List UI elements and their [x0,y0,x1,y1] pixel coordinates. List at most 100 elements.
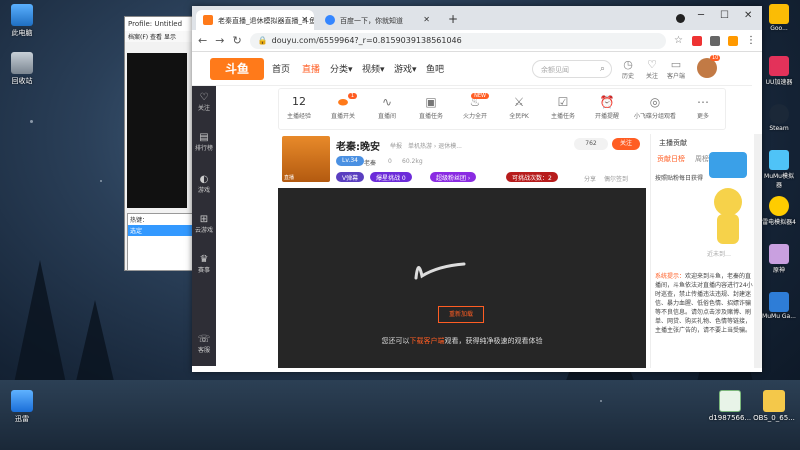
fan-club-pill[interactable]: 超级粉丝团 › [430,172,477,182]
left-sidebar: ♡ 关注 ▤ 排行榜 ◐ 游戏 ⊞ 云游戏 ♛ 赛事 ☏ 客服 [192,86,216,366]
tab-daily-rank[interactable]: 贡献日榜 [657,154,685,164]
search-icon[interactable]: ⌕ [600,64,605,74]
checkin-link[interactable]: 偶尔签到 [604,174,628,183]
tool-label: 主播经验 [286,113,311,120]
desktop-icon-computer[interactable]: 此电脑 [0,4,44,38]
url-input[interactable]: 🔒 douyu.com/6559964?_r=0.8159039138561046 [249,32,666,49]
menu-dots-icon[interactable]: ⋮ [746,35,756,46]
nav-live[interactable]: 直播 [302,62,320,75]
nav-video[interactable]: 视频▾ [362,62,385,75]
desktop-icon-google[interactable]: Goo... [762,4,796,32]
desktop-icon-xunlei[interactable]: 迅雷 [0,390,44,424]
tab-douyu[interactable]: 老秦直播_退休模拟器直播_斗鱼 ✕ [196,10,314,30]
anchor-name: 老秦 [364,160,377,167]
desktop-folder-obs[interactable]: OBS_0_65... [752,390,796,422]
tool-live-task[interactable]: ▣ 直播任务 [411,95,451,120]
lock-icon[interactable]: 🔒 [258,36,268,45]
follow-button[interactable]: ♡ 关注 [640,58,664,80]
close-button[interactable]: ✕ [744,10,752,21]
tool-fire[interactable]: ♨ NEW 火力全开 [455,93,495,120]
forward-button[interactable]: → [215,34,224,47]
history-button[interactable]: ◷ 历史 [616,58,640,80]
desktop-icon-ldplayer[interactable]: 雷电模拟器4 [762,196,796,226]
profile-icon[interactable] [676,14,685,23]
sidebar-item-game[interactable]: ◐ 游戏 [192,174,216,194]
notify-badge: 1 [347,93,357,99]
new-tab-button[interactable]: + [448,12,458,26]
back-button[interactable]: ← [198,34,207,47]
ldplayer-icon [769,196,789,216]
hotkey-list[interactable]: 热键： 选定 [127,213,197,271]
nav-fishbar[interactable]: 鱼吧 [426,62,444,75]
baidu-favicon-icon [325,15,335,25]
vip-danmu-pill[interactable]: V弹幕 [336,172,365,182]
header-icon-label: 历史 [621,73,634,80]
extension-icon[interactable] [692,35,702,46]
uu-icon [769,56,789,76]
tab-baidu[interactable]: 百度一下，你就知道 ✕ [318,10,436,30]
list-item[interactable]: 热键： [128,214,196,225]
desktop-icon-mumu[interactable]: MuMu模拟器 [762,150,796,189]
follow-anchor-button[interactable]: 关注 [612,138,640,150]
tool-more[interactable]: ⋯ 更多 [683,95,723,120]
window-title: Profile: Untitled [125,17,198,31]
sidebar-item-follow[interactable]: ♡ 关注 [192,92,216,112]
search-input[interactable]: 余额见闻 ⌕ [532,60,612,78]
maximize-button[interactable]: ☐ [720,10,729,21]
puzzle-icon[interactable] [710,35,720,46]
desktop-icon-steam[interactable]: Steam [762,104,796,132]
stream-thumbnail[interactable]: 直播 [282,136,330,182]
tool-anchor-task[interactable]: ☑ 主播任务 [543,95,583,120]
cloud-game-icon: ⊞ [199,214,209,225]
report-link[interactable]: 举报 [390,141,402,150]
download-client-link[interactable]: 下载客户端 [410,337,445,345]
video-player[interactable]: 重新加载 您还可以下载客户端观看，获得纯净极速的观看体验 [278,188,646,368]
mumu-icon [769,150,789,170]
desktop-icon-recycle-bin[interactable]: 回收站 [0,52,44,86]
sidebar-item-match[interactable]: ♛ 赛事 [192,254,216,274]
sidebar-item-service[interactable]: ☏ 客服 [192,334,216,354]
trophy-icon: ♛ [199,254,209,265]
desktop-file-image[interactable]: d1987566... [708,390,752,422]
task-icon: ☑ [557,95,569,109]
desktop-icon-label: UU加速器 [765,79,793,86]
minimize-button[interactable]: ─ [698,10,704,21]
star-icon[interactable]: ☆ [674,35,684,46]
douyu-logo[interactable]: 斗鱼 [210,58,264,80]
mission-pill[interactable]: 爆星挑战 0 [370,172,412,182]
reload-button[interactable]: ↻ [232,34,241,47]
nav-category[interactable]: 分类▾ [330,62,353,75]
scrollbar[interactable] [754,134,762,368]
nav-home[interactable]: 首页 [272,62,290,75]
background-window[interactable]: Profile: Untitled 档案(F) 查看 显示 热键： 选定 [124,16,199,271]
heart-icon: ♡ [199,92,209,103]
desktop-icon-mumu-game[interactable]: MuMu Ga... [762,292,796,320]
share-link[interactable]: 分享 [584,174,596,183]
category-link[interactable]: 单机热游 › 退休模... [408,141,462,150]
right-panel: 主播贡献 贡献日榜 周榜 按照贴粉每日获得 近未到… 系统提示：欢迎来到斗鱼，老… [650,134,756,368]
preview-area [127,53,187,208]
nav-game[interactable]: 游戏▾ [394,62,417,75]
list-item[interactable]: 选定 [128,225,196,236]
sidebar-item-cloud-game[interactable]: ⊞ 云游戏 [192,214,216,234]
tool-anchor-exp[interactable]: 12 主播经验 [279,95,319,120]
challenge-pill[interactable]: 可挑战次数：2 [506,172,558,182]
avatar[interactable] [697,58,717,78]
extension-icon[interactable] [728,35,738,46]
reload-video-button[interactable]: 重新加载 [438,306,484,323]
desktop-icon-uu[interactable]: UU加速器 [762,56,796,86]
tool-ufo[interactable]: ◎ 小飞碟分组观看 [631,95,679,120]
close-tab-icon[interactable]: ✕ [301,15,308,24]
tool-live-room[interactable]: ∿ 直播间 [367,95,407,120]
genshin-icon [769,244,789,264]
mumu-game-icon [769,292,789,312]
close-tab-icon[interactable]: ✕ [423,15,430,24]
desktop-icon-genshin[interactable]: 原神 [762,244,796,274]
tool-pk[interactable]: ⚔ 全民PK [499,95,539,120]
window-menu[interactable]: 档案(F) 查看 显示 [125,31,198,42]
client-button[interactable]: ▭ 客户端 [664,58,688,80]
sidebar-item-rank[interactable]: ▤ 排行榜 [192,132,216,152]
pk-icon: ⚔ [513,95,525,109]
tool-reminder[interactable]: ⏰ 开播提醒 [587,95,627,120]
tool-live-switch[interactable]: ⬬ 1 直播开关 [323,93,363,120]
